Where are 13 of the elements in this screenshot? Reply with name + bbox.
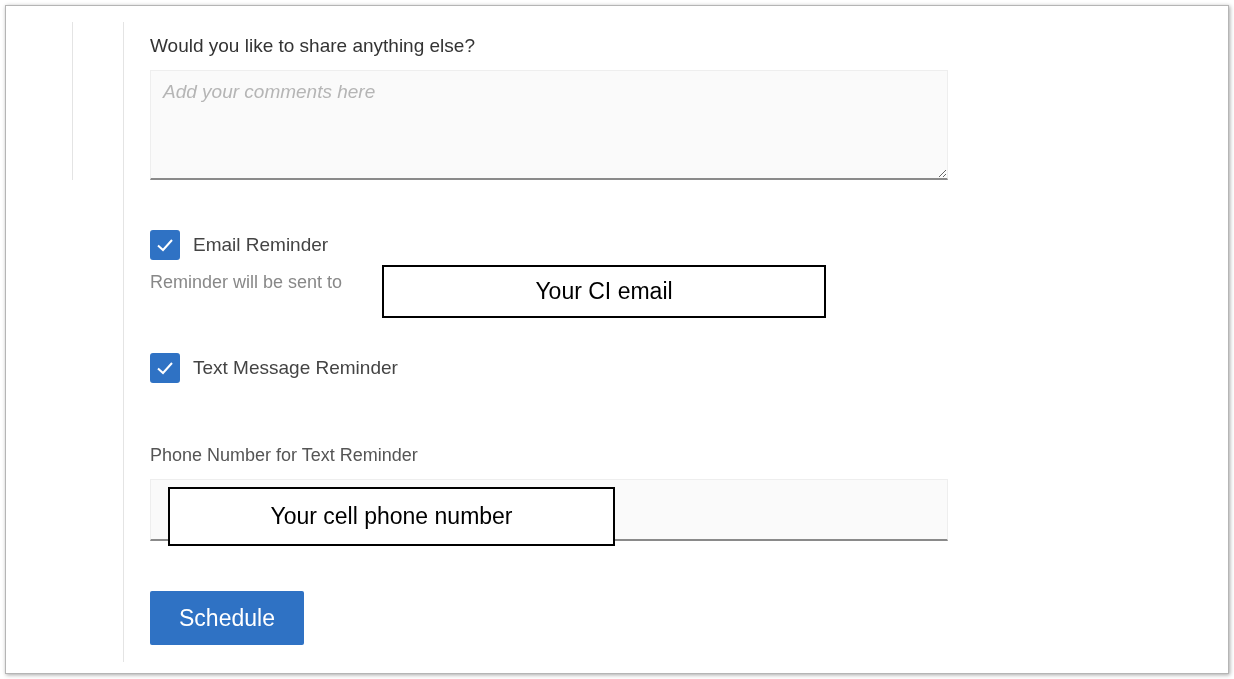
field-label: Would you like to share anything else? (150, 34, 476, 58)
checkbox-label: Email Reminder (193, 234, 329, 256)
checkmark-icon (156, 361, 174, 375)
checkbox[interactable] (150, 230, 180, 260)
comments-field[interactable]: Add your comments here (150, 70, 948, 180)
checkbox[interactable] (150, 353, 180, 383)
callout-box: Your cell phone number (168, 487, 615, 546)
checkbox-label: Text Message Reminder (193, 357, 398, 379)
reminder-note: Reminder will be sent to (150, 272, 343, 292)
callout-box: Your CI email (382, 265, 826, 318)
schedule-button[interactable]: Schedule (150, 591, 304, 645)
field-label: Phone Number for Text Reminder (150, 445, 419, 466)
checkmark-icon (156, 238, 174, 252)
